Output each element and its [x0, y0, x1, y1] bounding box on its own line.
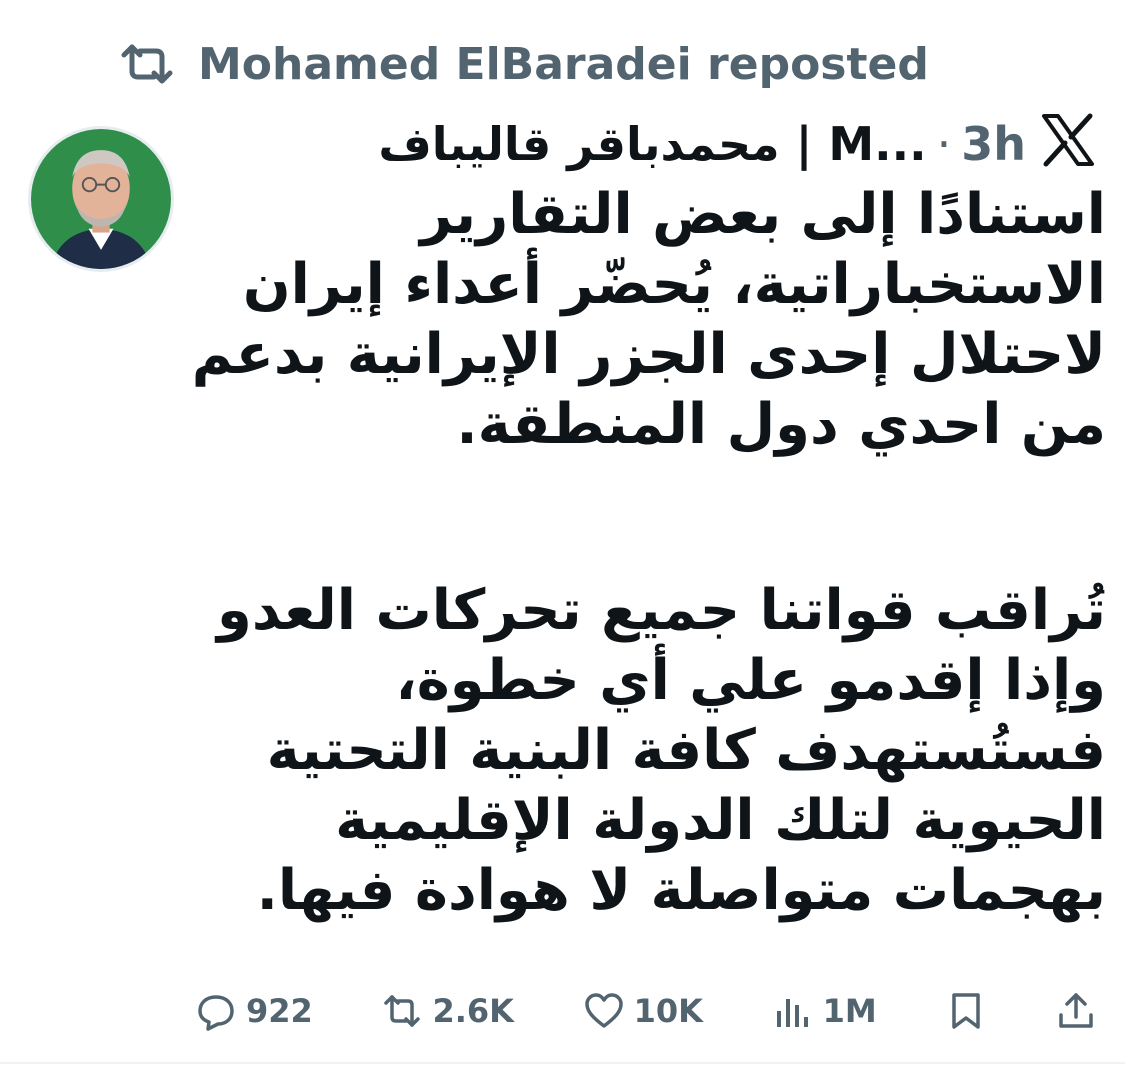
tweet-line: وإذا إقدمو علي أي خطوة،	[395, 648, 1106, 713]
share-button[interactable]	[1056, 991, 1096, 1031]
repost-text: Mohamed ElBaradei reposted	[198, 38, 929, 90]
tweet-line: الاستخباراتية، يُحضّر أعداء إيران	[242, 252, 1106, 317]
like-icon	[584, 993, 623, 1028]
reply-button[interactable]: 922	[196, 991, 313, 1031]
views-button[interactable]: 1M	[773, 991, 877, 1031]
views-count: 1M	[822, 992, 877, 1030]
tweet-line: فستُستهدف كافة البنية التحتية	[266, 718, 1106, 783]
like-count: 10K	[633, 992, 703, 1030]
reply-count: 922	[246, 992, 313, 1030]
views-icon	[776, 999, 808, 1027]
header-separator: ·	[936, 117, 952, 171]
tweet-line: من احدي دول المنطقة.	[456, 392, 1106, 457]
author-header: محمدباقر قاليباف | M... · 3h	[196, 108, 1026, 180]
tweet-line: تُراقب قواتنا جميع تحركات العدو	[217, 578, 1106, 643]
post-timestamp[interactable]: 3h	[961, 117, 1026, 171]
repost-indicator[interactable]: Mohamed ElBaradei reposted	[118, 36, 929, 92]
x-logo-icon	[1042, 113, 1094, 167]
tweet-line: لاحتلال إحدى الجزر الإيرانية بدعم	[191, 322, 1106, 387]
share-icon	[1059, 993, 1093, 1028]
bookmark-button[interactable]	[946, 991, 986, 1031]
repost-icon	[384, 995, 421, 1027]
avatar-icon	[31, 129, 171, 269]
tweet-line: بهجمات متواصلة لا هوادة فيها.	[256, 858, 1106, 923]
tweet-line: استنادًا إلى بعض التقارير	[420, 182, 1106, 247]
author-display-name[interactable]: محمدباقر قاليباف | M...	[378, 117, 926, 171]
repost-button[interactable]: 2.6K	[382, 991, 514, 1031]
reply-icon	[198, 995, 234, 1031]
tweet-line: الحيوية لتلك الدولة الإقليمية	[335, 788, 1106, 853]
action-bar: 922 2.6K 10K 1M	[196, 982, 1096, 1040]
repost-count: 2.6K	[432, 992, 514, 1030]
tweet-text: استنادًا إلى بعض التقارير الاستخباراتية،…	[191, 180, 1106, 926]
bottom-divider	[0, 1062, 1125, 1064]
repost-icon	[121, 44, 173, 84]
author-avatar[interactable]	[28, 126, 174, 272]
bookmark-icon	[952, 993, 981, 1029]
like-button[interactable]: 10K	[584, 991, 703, 1031]
